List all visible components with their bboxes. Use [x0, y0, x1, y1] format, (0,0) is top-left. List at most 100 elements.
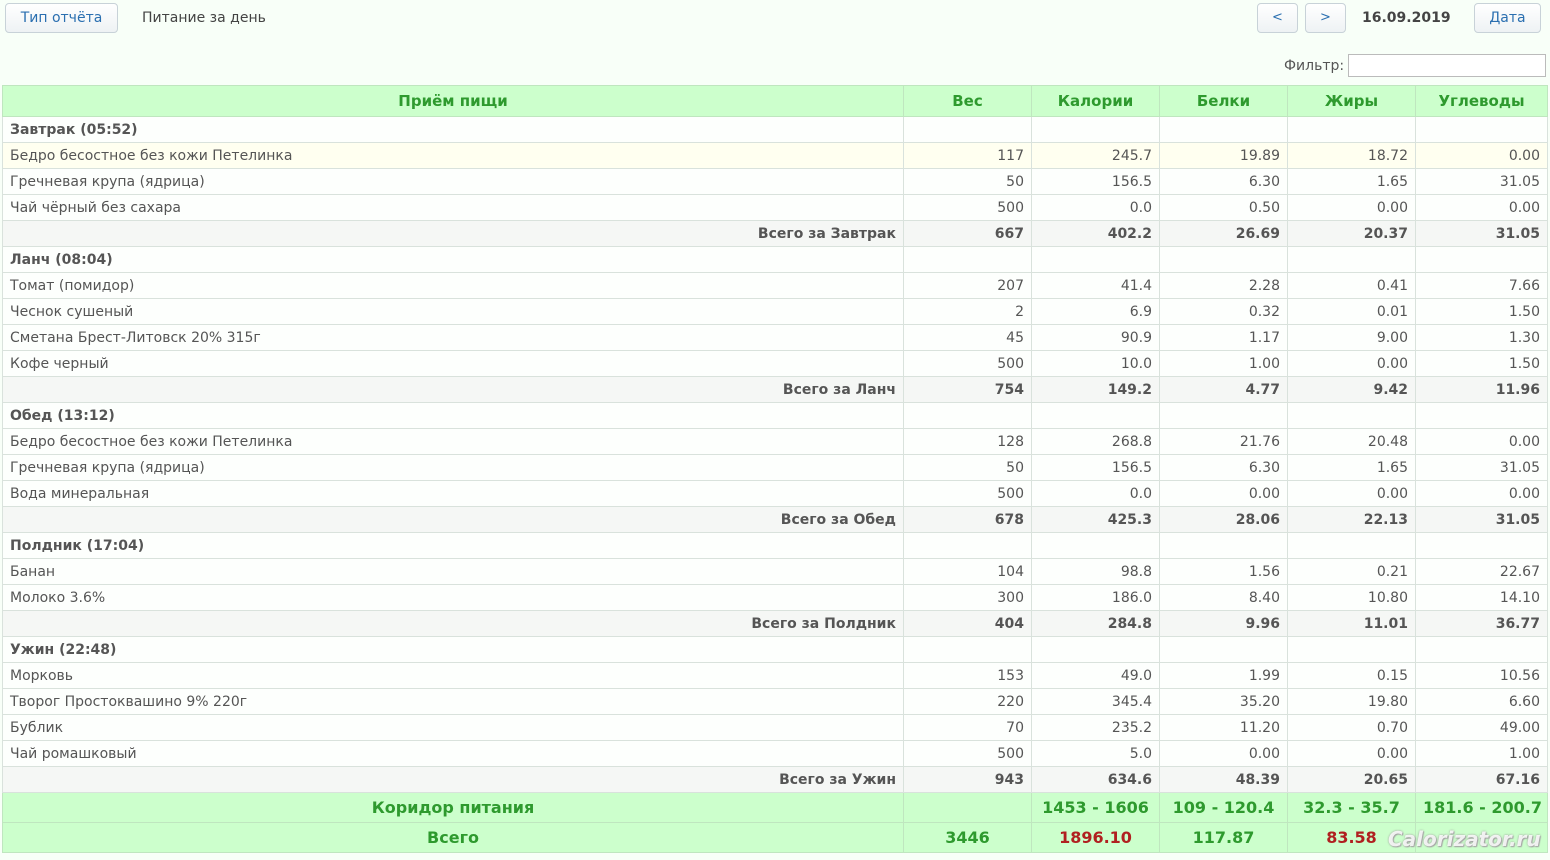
grand-total-fat: 83.58 — [1287, 822, 1416, 853]
meal-group-title: Ужин (22:48) — [2, 636, 904, 663]
corridor-fat: 32.3 - 35.7 — [1287, 792, 1416, 823]
food-item-weight: 50 — [903, 454, 1032, 481]
food-item-weight: 300 — [903, 584, 1032, 611]
food-item-row[interactable]: Чеснок сушеный 2 6.9 0.32 0.01 1.50 — [2, 298, 1548, 325]
food-item-carbs: 49.00 — [1415, 714, 1548, 741]
food-item-carbs: 0.00 — [1415, 194, 1548, 221]
food-item-row[interactable]: Гречневая крупа (ядрица) 50 156.5 6.30 1.65 3… — [2, 454, 1548, 481]
filter-input[interactable] — [1348, 54, 1546, 77]
empty-cell — [1415, 532, 1548, 559]
empty-cell — [1159, 636, 1288, 663]
food-item-row[interactable]: Творог Простоквашино 9% 220г 220 345.4 35.2… — [2, 688, 1548, 715]
food-item-carbs: 1.00 — [1415, 740, 1548, 767]
meal-total-fat: 22.13 — [1287, 506, 1416, 533]
food-item-fat: 18.72 — [1287, 142, 1416, 169]
food-item-row[interactable]: Чай ромашковый 500 5.0 0.00 0.00 1.00 — [2, 740, 1548, 767]
food-item-row[interactable]: Кофе черный 500 10.0 1.00 0.00 1.50 — [2, 350, 1548, 377]
food-item-row[interactable]: Бедро бесостное без кожи Петелинка 128 268… — [2, 428, 1548, 455]
meal-total-weight: 404 — [903, 610, 1032, 637]
food-item-row[interactable]: Бублик 70 235.2 11.20 0.70 49.00 — [2, 714, 1548, 741]
empty-cell — [1031, 636, 1160, 663]
food-item-row[interactable]: Молоко 3.6% 300 186.0 8.40 10.80 14.10 — [2, 584, 1548, 611]
meal-total-carbs: 31.05 — [1415, 506, 1548, 533]
food-item-name: Сметана Брест-Литовск 20% 315г — [2, 324, 904, 351]
column-header-meal[interactable]: Приём пищи — [2, 85, 904, 117]
food-item-weight: 500 — [903, 740, 1032, 767]
table-header-row: Приём пищи Вес Калории Белки Жиры Углево… — [2, 85, 1548, 117]
meal-total-fat: 9.42 — [1287, 376, 1416, 403]
food-item-row[interactable]: Томат (помидор) 207 41.4 2.28 0.41 7.66 — [2, 272, 1548, 299]
meal-total-label: Всего за Ланч — [2, 376, 904, 403]
food-item-row[interactable]: Вода минеральная 500 0.0 0.00 0.00 0.00 — [2, 480, 1548, 507]
food-item-name: Молоко 3.6% — [2, 584, 904, 611]
meal-total-carbs: 31.05 — [1415, 220, 1548, 247]
food-item-weight: 45 — [903, 324, 1032, 351]
food-item-weight: 2 — [903, 298, 1032, 325]
meal-group-title: Обед (13:12) — [2, 402, 904, 429]
food-item-row[interactable]: Морковь 153 49.0 1.99 0.15 10.56 — [2, 662, 1548, 689]
empty-cell — [1031, 402, 1160, 429]
food-item-carbs: 0.00 — [1415, 480, 1548, 507]
food-item-row[interactable]: Гречневая крупа (ядрица) 50 156.5 6.30 1.65 3… — [2, 168, 1548, 195]
food-item-weight: 50 — [903, 168, 1032, 195]
food-item-name: Чеснок сушеный — [2, 298, 904, 325]
meal-total-label: Всего за Полдник — [2, 610, 904, 637]
meal-total-row: Всего за Полдник 404 284.8 9.96 11.01 36.77 — [2, 610, 1548, 637]
previous-day-button[interactable]: < — [1257, 3, 1298, 33]
meal-total-protein: 28.06 — [1159, 506, 1288, 533]
corridor-carbs: 181.6 - 200.7 — [1415, 792, 1548, 823]
food-item-calories: 5.0 — [1031, 740, 1160, 767]
food-item-fat: 0.00 — [1287, 480, 1416, 507]
column-header-weight[interactable]: Вес — [903, 85, 1032, 117]
report-type-button[interactable]: Тип отчёта — [5, 3, 118, 33]
food-item-calories: 156.5 — [1031, 168, 1160, 195]
food-item-name: Гречневая крупа (ядрица) — [2, 168, 904, 195]
meal-total-label: Всего за Ужин — [2, 766, 904, 793]
food-item-carbs: 6.60 — [1415, 688, 1548, 715]
food-item-name: Бублик — [2, 714, 904, 741]
food-item-row[interactable]: Бедро бесостное без кожи Петелинка 117 245… — [2, 142, 1548, 169]
column-header-carbs[interactable]: Углеводы — [1415, 85, 1548, 117]
next-day-button[interactable]: > — [1305, 3, 1346, 33]
date-picker-button[interactable]: Дата — [1474, 3, 1541, 33]
empty-cell — [1159, 532, 1288, 559]
food-item-fat: 10.80 — [1287, 584, 1416, 611]
food-item-protein: 0.50 — [1159, 194, 1288, 221]
meal-total-protein: 26.69 — [1159, 220, 1288, 247]
meal-group-title: Полдник (17:04) — [2, 532, 904, 559]
meal-total-fat: 20.37 — [1287, 220, 1416, 247]
food-item-row[interactable]: Банан 104 98.8 1.56 0.21 22.67 — [2, 558, 1548, 585]
meal-total-fat: 11.01 — [1287, 610, 1416, 637]
corridor-protein: 109 - 120.4 — [1159, 792, 1288, 823]
food-item-row[interactable]: Чай чёрный без сахара 500 0.0 0.50 0.00 0.00 — [2, 194, 1548, 221]
food-item-calories: 345.4 — [1031, 688, 1160, 715]
food-item-fat: 0.21 — [1287, 558, 1416, 585]
empty-cell — [1031, 246, 1160, 273]
meal-group-row: Ланч (08:04) — [2, 246, 1548, 273]
food-item-protein: 1.17 — [1159, 324, 1288, 351]
food-item-carbs: 1.50 — [1415, 350, 1548, 377]
food-item-protein: 35.20 — [1159, 688, 1288, 715]
food-item-protein: 0.00 — [1159, 740, 1288, 767]
food-item-row[interactable]: Сметана Брест-Литовск 20% 315г 45 90.9 1.17… — [2, 324, 1548, 351]
filter-label: Фильтр: — [1284, 58, 1345, 74]
empty-cell — [1159, 402, 1288, 429]
column-header-calories[interactable]: Калории — [1031, 85, 1160, 117]
meal-total-calories: 425.3 — [1031, 506, 1160, 533]
food-item-carbs: 0.00 — [1415, 142, 1548, 169]
food-item-carbs: 0.00 — [1415, 428, 1548, 455]
grand-total-weight: 3446 — [903, 822, 1032, 853]
food-item-fat: 0.00 — [1287, 740, 1416, 767]
empty-cell — [1159, 246, 1288, 273]
food-item-fat: 1.65 — [1287, 168, 1416, 195]
meal-total-protein: 48.39 — [1159, 766, 1288, 793]
corridor-weight — [903, 792, 1032, 823]
current-date: 16.09.2019 — [1362, 10, 1451, 26]
food-item-weight: 104 — [903, 558, 1032, 585]
corridor-label: Коридор питания — [2, 792, 904, 823]
meal-total-weight: 943 — [903, 766, 1032, 793]
column-header-protein[interactable]: Белки — [1159, 85, 1288, 117]
food-item-carbs: 7.66 — [1415, 272, 1548, 299]
food-item-carbs: 14.10 — [1415, 584, 1548, 611]
column-header-fat[interactable]: Жиры — [1287, 85, 1416, 117]
